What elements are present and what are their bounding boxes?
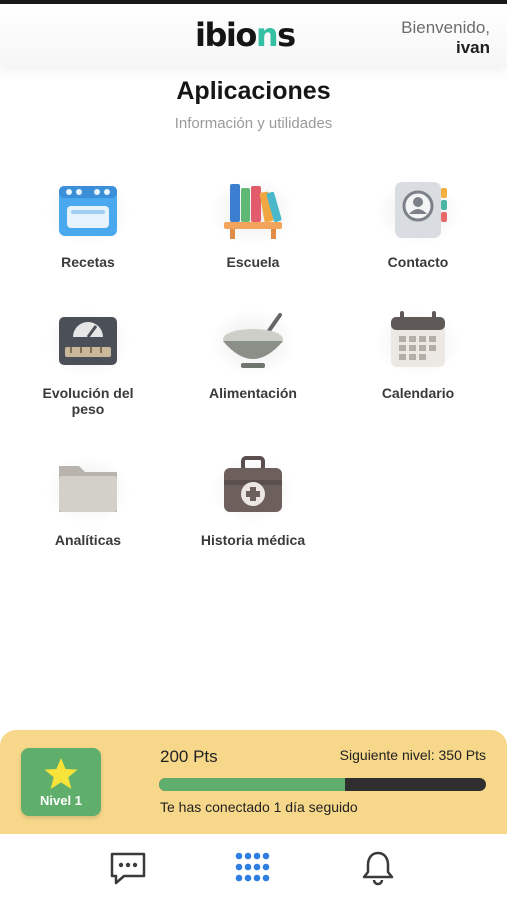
folder-icon bbox=[59, 466, 117, 512]
app-header: ibions Bienvenido, ivan bbox=[0, 4, 507, 66]
medical-kit-icon bbox=[224, 456, 282, 512]
level-progress-fill bbox=[159, 778, 346, 791]
login-streak-text: Te has conectado 1 día seguido bbox=[160, 799, 358, 815]
app-tile-historia-medica[interactable]: Historia médica bbox=[178, 450, 328, 548]
level-label: Nivel 1 bbox=[40, 793, 82, 808]
page-subtitle: Información y utilidades bbox=[174, 115, 333, 132]
calendar-icon bbox=[391, 311, 445, 367]
app-tile-evolucion-peso[interactable]: Evolución del peso bbox=[13, 303, 163, 417]
level-progress-bar bbox=[159, 778, 486, 791]
app-tile-calendario[interactable]: Calendario bbox=[343, 303, 493, 401]
app-label: Historia médica bbox=[200, 532, 306, 548]
chat-icon bbox=[110, 852, 146, 885]
star-icon bbox=[44, 758, 78, 789]
app-label: Contacto bbox=[387, 254, 449, 270]
user-name: ivan bbox=[455, 38, 490, 57]
app-label: Evolución del peso bbox=[42, 385, 134, 417]
app-tile-recetas[interactable]: Recetas bbox=[13, 172, 163, 270]
welcome-box: Bienvenido, ivan bbox=[401, 18, 490, 58]
oven-icon bbox=[59, 186, 117, 236]
nav-chat-button[interactable] bbox=[108, 850, 148, 886]
page-title: Aplicaciones bbox=[176, 77, 331, 105]
app-label: Alimentación bbox=[209, 385, 297, 401]
nav-apps-button[interactable] bbox=[233, 850, 273, 886]
nav-notifications-button[interactable] bbox=[358, 850, 398, 886]
app-tile-contacto[interactable]: Contacto bbox=[343, 172, 493, 270]
app-tile-alimentacion[interactable]: Alimentación bbox=[178, 303, 328, 401]
ibions-logo[interactable]: ibions bbox=[195, 16, 296, 54]
app-label: Recetas bbox=[61, 254, 115, 270]
bowl-icon bbox=[223, 313, 283, 368]
app-label: Analíticas bbox=[54, 532, 122, 548]
app-tile-escuela[interactable]: Escuela bbox=[178, 172, 328, 270]
books-icon bbox=[224, 184, 282, 239]
apps-grid-icon bbox=[235, 852, 270, 882]
scale-icon bbox=[59, 317, 117, 365]
app-label: Calendario bbox=[381, 385, 455, 401]
bell-icon bbox=[362, 851, 394, 886]
points-value: 200 Pts bbox=[160, 747, 218, 766]
app-tile-analiticas[interactable]: Analíticas bbox=[13, 450, 163, 548]
level-badge[interactable]: Nivel 1 bbox=[21, 748, 101, 816]
app-label: Escuela bbox=[226, 254, 280, 270]
contact-book-icon bbox=[395, 182, 447, 238]
welcome-text: Bienvenido, bbox=[401, 18, 490, 37]
next-level-text: Siguiente nivel: 350 Pts bbox=[339, 747, 486, 763]
bottom-nav bbox=[0, 834, 507, 900]
